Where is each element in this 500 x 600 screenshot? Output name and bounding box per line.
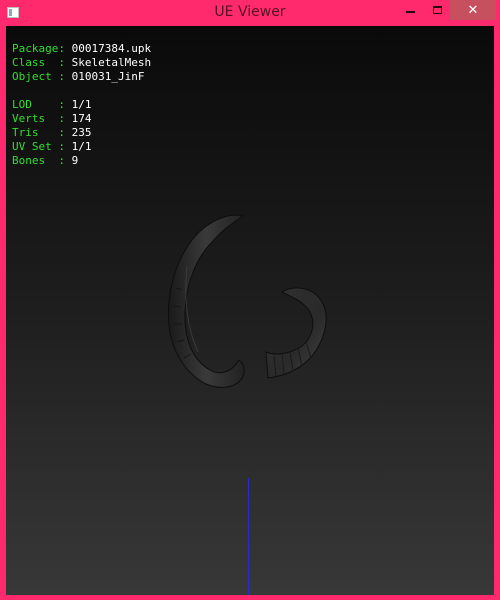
minimize-icon <box>405 11 415 13</box>
horn-mesh <box>167 214 327 388</box>
maximize-button[interactable] <box>424 0 450 20</box>
left-horn <box>167 214 245 388</box>
right-horn <box>265 287 327 379</box>
3d-viewport[interactable]: Package: 00017384.upk Class : SkeletalMe… <box>6 26 494 595</box>
axis-line <box>248 478 249 595</box>
minimize-button[interactable] <box>396 0 424 20</box>
close-icon: ✕ <box>467 2 479 18</box>
maximize-icon <box>432 6 442 14</box>
app-window: UE Viewer ✕ Package: 00017384.upk Class … <box>0 0 500 600</box>
close-button[interactable]: ✕ <box>450 0 496 20</box>
title-bar[interactable]: UE Viewer ✕ <box>0 0 500 26</box>
